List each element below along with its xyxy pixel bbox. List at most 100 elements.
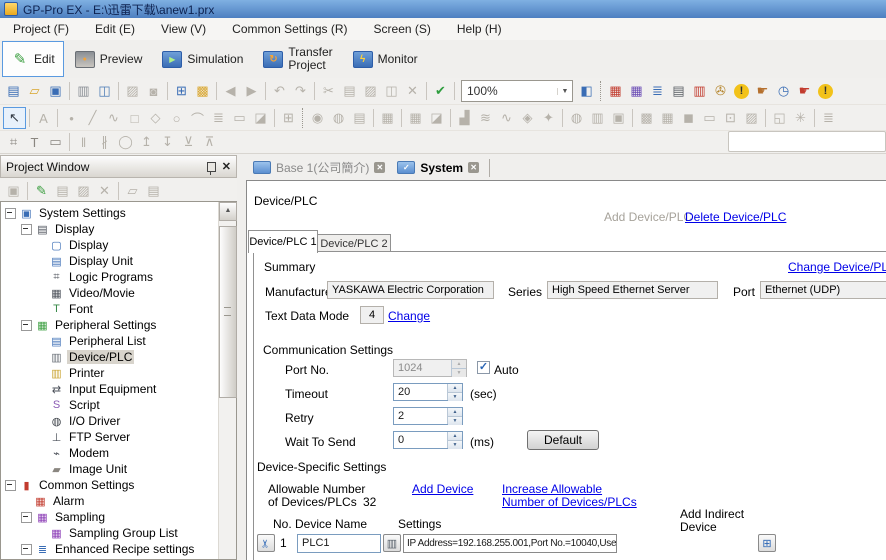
monitor-button[interactable]: ϟMonitor — [344, 41, 427, 77]
data-display-icon[interactable]: ▤ — [349, 108, 370, 128]
scrollbar-thumb[interactable] — [219, 226, 237, 398]
retry-spinner[interactable]: 2 ▲▼ — [393, 407, 463, 425]
block-down-icon[interactable]: ⊻ — [178, 132, 199, 152]
save-project-icon[interactable]: ▣ — [45, 81, 66, 101]
copy-icon[interactable]: ▤ — [339, 81, 360, 101]
arc-tool-icon[interactable]: ⌒ — [187, 108, 208, 128]
movie-player-icon[interactable]: ◼ — [678, 108, 699, 128]
contact-b-icon[interactable]: ∦ — [94, 132, 115, 152]
clock-sync-icon[interactable]: ◷ — [773, 81, 794, 101]
send-project-icon[interactable]: ▦ — [605, 81, 626, 101]
menu-help[interactable]: Help (H) — [444, 18, 515, 40]
spinner-down-icon[interactable]: ▼ — [448, 440, 462, 449]
tree-item-input-equipment[interactable]: ⇄Input Equipment — [1, 381, 218, 397]
tab-device-plc-1[interactable]: Device/PLC 1 — [248, 230, 318, 253]
security-info-icon[interactable]: ! — [734, 84, 749, 99]
edit-item-icon[interactable]: ✎ — [31, 181, 52, 201]
increase-allowable-link-line2[interactable]: Number of Devices/PLCs — [502, 495, 637, 509]
close-tab-icon[interactable]: ✕ — [468, 162, 479, 173]
menu-view[interactable]: View (V) — [148, 18, 219, 40]
add-device-plc-link[interactable]: Add Device/PLC — [604, 210, 692, 224]
receive-project-icon[interactable]: ▦ — [626, 81, 647, 101]
menu-edit[interactable]: Edit (E) — [82, 18, 148, 40]
dot-tool-icon[interactable]: • — [61, 108, 82, 128]
new-screen-icon[interactable]: ⊞ — [171, 81, 192, 101]
device-name-input[interactable]: PLC1 — [297, 534, 381, 553]
remote-monitor-icon[interactable]: ⊡ — [720, 108, 741, 128]
change-link[interactable]: Change — [388, 309, 430, 323]
line-tool-icon[interactable]: ╱ — [82, 108, 103, 128]
spinner-up-icon[interactable]: ▲ — [452, 360, 466, 368]
window-screen-icon[interactable]: ◱ — [769, 108, 790, 128]
film-display-icon[interactable]: ▦ — [657, 108, 678, 128]
export-doc-icon[interactable]: ▥ — [689, 81, 710, 101]
spinner-up-icon[interactable]: ▲ — [448, 432, 462, 440]
collapse-icon[interactable] — [21, 320, 32, 331]
tree-item-font[interactable]: TFont — [1, 301, 218, 317]
retry-value[interactable]: 2 — [394, 408, 447, 424]
lamp-part-icon[interactable]: ◍ — [328, 108, 349, 128]
reset-coil-icon[interactable]: ↧ — [157, 132, 178, 152]
tree-item-image-unit[interactable]: ▰Image Unit — [1, 461, 218, 477]
graph-window-icon[interactable]: ▥ — [587, 108, 608, 128]
spinner-down-icon[interactable]: ▼ — [448, 392, 462, 401]
timeout-value[interactable]: 20 — [394, 384, 447, 400]
tree-item-printer[interactable]: ▥Printer — [1, 365, 218, 381]
auto-checkbox[interactable]: ✓ — [477, 361, 490, 374]
duplicate-icon[interactable]: ◫ — [381, 81, 402, 101]
screen-display-icon[interactable]: ▭ — [699, 108, 720, 128]
image-screen-icon[interactable]: ▭ — [229, 108, 250, 128]
tree-item-device-plc[interactable]: ▥Device/PLC — [1, 349, 218, 365]
spinner-down-icon[interactable]: ▼ — [452, 368, 466, 377]
tree-item-sampling[interactable]: ▦Sampling — [1, 509, 218, 525]
polyline-tool-icon[interactable]: ∿ — [103, 108, 124, 128]
circle-tool-icon[interactable]: ○ — [166, 108, 187, 128]
tree-item-display-folder[interactable]: ▤Display — [1, 221, 218, 237]
delete-device-plc-link[interactable]: Delete Device/PLC — [685, 210, 786, 224]
tree-item-script[interactable]: SScript — [1, 397, 218, 413]
change-device-plc-link[interactable]: Change Device/PLC — [788, 260, 886, 274]
lamp-label-icon[interactable]: ▭ — [45, 132, 66, 152]
capture-icon[interactable]: ◙ — [143, 81, 164, 101]
doc-tab-1[interactable]: Base 1(公司簡介)✕ — [249, 157, 389, 178]
date-display-icon[interactable]: ▦ — [377, 108, 398, 128]
collapse-icon[interactable] — [21, 544, 32, 555]
device-settings-button[interactable]: ▥ — [383, 534, 401, 552]
set-coil-icon[interactable]: ↥ — [136, 132, 157, 152]
warning-icon[interactable]: ! — [818, 84, 833, 99]
tree-item-peripheral-list[interactable]: ▤Peripheral List — [1, 333, 218, 349]
default-button[interactable]: Default — [527, 430, 599, 450]
switch-part-icon[interactable]: ◉ — [307, 108, 328, 128]
xy-graph-icon[interactable]: ≋ — [475, 108, 496, 128]
new-project-icon[interactable]: ▤ — [3, 81, 24, 101]
edit-mode-button[interactable]: ✎Edit — [2, 41, 64, 77]
cut-icon[interactable]: ✂ — [318, 81, 339, 101]
rect-tool-icon[interactable]: □ — [124, 108, 145, 128]
block-up-icon[interactable]: ⊼ — [199, 132, 220, 152]
menu-project[interactable]: Project (F) — [0, 18, 82, 40]
error-check-icon[interactable]: ✔ — [430, 81, 451, 101]
prev-screen-icon[interactable]: ◀ — [220, 81, 241, 101]
switch-label-icon[interactable]: T — [24, 132, 45, 152]
close-icon[interactable]: ✕ — [222, 160, 231, 173]
menu-screen[interactable]: Screen (S) — [361, 18, 444, 40]
delete-item-icon[interactable]: ✕ — [94, 181, 115, 201]
add-device-link[interactable]: Add Device — [412, 482, 473, 496]
port-no-spinner[interactable]: 1024 ▲▼ — [393, 359, 467, 377]
text-tool-icon[interactable]: A — [33, 108, 54, 128]
window-parts-icon[interactable]: ▩ — [636, 108, 657, 128]
scroll-up-icon[interactable]: ▲ — [219, 202, 237, 221]
text-display-icon[interactable]: ▣ — [608, 108, 629, 128]
series-field[interactable]: High Speed Ethernet Server — [547, 281, 718, 299]
redo-icon[interactable]: ↷ — [290, 81, 311, 101]
spinner-up-icon[interactable]: ▲ — [448, 384, 462, 392]
device-settings-field[interactable]: IP Address=192.168.255.001,Port No.=1004… — [403, 534, 617, 553]
timeout-spinner[interactable]: 20 ▲▼ — [393, 383, 463, 401]
collapse-icon[interactable] — [5, 480, 16, 491]
import-image-icon[interactable]: ◪ — [250, 108, 271, 128]
contact-a-icon[interactable]: ‖ — [73, 132, 94, 152]
bar-graph-icon[interactable]: ▟ — [454, 108, 475, 128]
package-transfer-icon[interactable]: ▨ — [122, 81, 143, 101]
polygon-tool-icon[interactable]: ◇ — [145, 108, 166, 128]
wait-to-send-value[interactable]: 0 — [394, 432, 447, 448]
